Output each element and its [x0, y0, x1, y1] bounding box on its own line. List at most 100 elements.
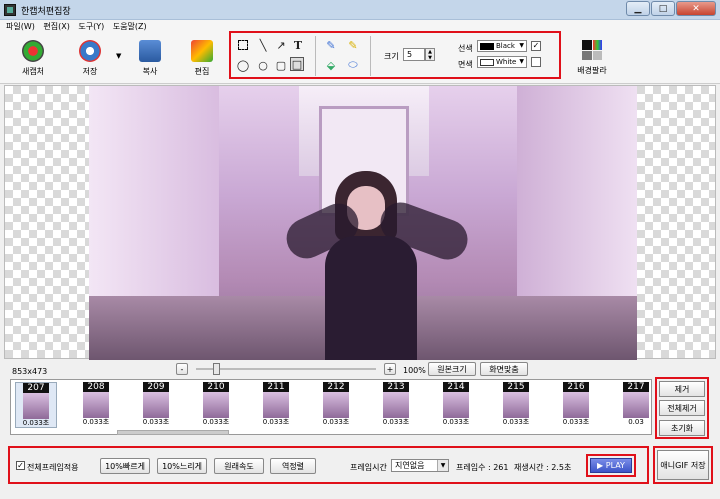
- zoom-percent: 100%: [403, 366, 426, 375]
- frame-duration: 0.033초: [202, 418, 230, 426]
- frame-number: 215: [503, 382, 529, 392]
- menu-tools[interactable]: 도구(Y): [78, 20, 104, 34]
- palette-icon: [582, 40, 602, 60]
- frame-item[interactable]: 211 0.033초: [255, 382, 297, 428]
- frame-thumbnail: [83, 392, 109, 418]
- reset-button[interactable]: 초기화: [659, 420, 705, 436]
- size-label: 크기: [384, 52, 399, 61]
- ellipse-icon[interactable]: ○: [256, 58, 270, 72]
- fill-color-checkbox[interactable]: [531, 57, 541, 67]
- frame-count: 프레임수 : 261: [456, 463, 509, 472]
- frame-duration: 0.033초: [142, 418, 170, 426]
- highlighter-icon[interactable]: ✎: [346, 38, 360, 52]
- line-icon[interactable]: ╲: [256, 38, 270, 52]
- menu-help[interactable]: 도움말(Z): [113, 20, 147, 34]
- frame-item[interactable]: 215 0.033초: [495, 382, 537, 428]
- copy-button[interactable]: 복사: [136, 40, 164, 77]
- zoom-slider-thumb[interactable]: [213, 363, 220, 375]
- frame-thumbnail: [203, 392, 229, 418]
- camera-icon: [22, 40, 44, 62]
- line-color-label: 선색: [458, 44, 473, 53]
- frame-duration: 0.033초: [22, 419, 50, 427]
- slower-button[interactable]: 10%느리게: [157, 458, 207, 474]
- save-gif-button[interactable]: 애니GIF 저장: [657, 450, 709, 480]
- frame-number: 213: [383, 382, 409, 392]
- close-button[interactable]: ✕: [676, 1, 716, 16]
- frame-item[interactable]: 210 0.033초: [195, 382, 237, 428]
- frame-number: 211: [263, 382, 289, 392]
- rectangle-icon[interactable]: □: [290, 57, 304, 71]
- frame-item[interactable]: 213 0.033초: [375, 382, 417, 428]
- frame-item[interactable]: 214 0.033초: [435, 382, 477, 428]
- frame-duration: 0.033초: [82, 418, 110, 426]
- menu-edit[interactable]: 편집(X): [43, 20, 69, 34]
- play-time: 재생시간 : 2.5초: [514, 463, 572, 472]
- frame-thumbnail: [143, 392, 169, 418]
- frame-duration: 0.033초: [322, 418, 350, 426]
- faster-button[interactable]: 10%빠르게: [100, 458, 150, 474]
- frame-item[interactable]: 207 0.033초: [15, 382, 57, 428]
- frame-number: 212: [323, 382, 349, 392]
- fill-color-label: 면색: [458, 60, 473, 69]
- new-capture-button[interactable]: 새캡처: [18, 40, 48, 77]
- frame-time-select[interactable]: 지연없음 ▼: [391, 459, 449, 472]
- save-dropdown-caret[interactable]: ▼: [116, 52, 121, 60]
- frame-thumbnail: [503, 392, 529, 418]
- frame-time-label: 프레임시간: [350, 463, 387, 472]
- eraser-icon[interactable]: ⬭: [346, 58, 360, 72]
- fill-color-select[interactable]: White ▼: [477, 56, 527, 68]
- original-speed-button[interactable]: 원래속도: [214, 458, 264, 474]
- remove-all-frames-button[interactable]: 전체제거: [659, 400, 705, 416]
- frame-number: 207: [23, 383, 49, 393]
- size-spinner[interactable]: ▲ ▼: [425, 48, 435, 61]
- zoom-plus-button[interactable]: +: [384, 363, 396, 375]
- frame-duration: 0.033초: [562, 418, 590, 426]
- frame-item[interactable]: 209 0.033초: [135, 382, 177, 428]
- frame-thumbnail: [263, 392, 289, 418]
- zoom-minus-button[interactable]: -: [176, 363, 188, 375]
- frame-item[interactable]: 216 0.033초: [555, 382, 597, 428]
- frame-number: 216: [563, 382, 589, 392]
- frame-item[interactable]: 208 0.033초: [75, 382, 117, 428]
- window-title: 한캡처편집장: [21, 7, 71, 17]
- fit-screen-button[interactable]: 화면맞춤: [480, 362, 528, 376]
- save-icon: [79, 40, 101, 62]
- edit-icon: [191, 40, 213, 62]
- frame-duration: 0.03: [628, 418, 644, 426]
- frame-number: 210: [203, 382, 229, 392]
- apply-all-checkbox[interactable]: ✓: [16, 461, 25, 470]
- edit-button[interactable]: 편집: [188, 40, 216, 77]
- frame-strip: 207 0.033초 208 0.033초 209 0.033초 210 0.033초 211 0…: [10, 379, 652, 435]
- frame-number: 214: [443, 382, 469, 392]
- menu-file[interactable]: 파일(W): [6, 20, 35, 34]
- frame-item[interactable]: 217 0.03: [615, 382, 657, 428]
- maximize-button[interactable]: □: [651, 1, 675, 16]
- zoom-slider-track[interactable]: [196, 368, 376, 370]
- copy-icon: [139, 40, 161, 62]
- reverse-button[interactable]: 역정렬: [270, 458, 316, 474]
- size-input[interactable]: 5: [403, 48, 425, 61]
- rounded-rect-icon[interactable]: ▢: [274, 58, 288, 72]
- save-button[interactable]: 저장: [76, 40, 104, 77]
- frame-item[interactable]: 212 0.033초: [315, 382, 357, 428]
- pen-icon[interactable]: ✎: [324, 38, 338, 52]
- arrow-icon[interactable]: ↗: [274, 38, 288, 52]
- frame-thumbnail: [563, 392, 589, 418]
- play-button[interactable]: ▶ PLAY: [590, 458, 632, 473]
- circle-outline-icon[interactable]: ◯: [236, 58, 250, 72]
- apply-all-label: 전체프레임적용: [27, 463, 79, 472]
- app-icon: [4, 4, 16, 16]
- frame-duration: 0.033초: [262, 418, 290, 426]
- line-color-checkbox[interactable]: ✓: [531, 41, 541, 51]
- remove-frame-button[interactable]: 제거: [659, 381, 705, 397]
- frame-strip-scrollbar[interactable]: [117, 430, 229, 435]
- original-size-button[interactable]: 원본크기: [428, 362, 476, 376]
- line-color-select[interactable]: Black ▼: [477, 40, 527, 52]
- canvas-area[interactable]: [4, 85, 716, 360]
- frame-thumbnail: [323, 392, 349, 418]
- fill-bucket-icon[interactable]: ⬙: [324, 58, 338, 72]
- text-icon[interactable]: T: [291, 38, 305, 52]
- rect-select-icon[interactable]: [236, 38, 250, 52]
- bg-palette-button[interactable]: 배경팔라: [572, 40, 612, 76]
- minimize-button[interactable]: ▁: [626, 1, 650, 16]
